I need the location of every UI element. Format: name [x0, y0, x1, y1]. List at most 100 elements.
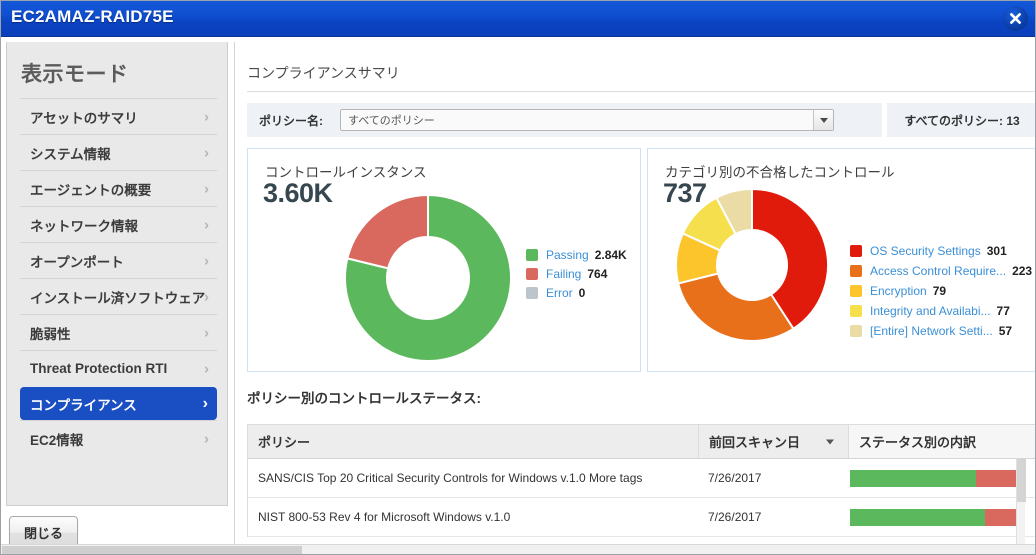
legend-item[interactable]: Integrity and Availabi... 77: [850, 301, 1032, 321]
window-title: EC2AMAZ-RAID75E: [11, 7, 174, 26]
legend-label: [Entire] Network Setti...: [870, 324, 993, 338]
legend-label: Encryption: [870, 284, 927, 298]
sidebar-item-0[interactable]: アセットのサマリ ›: [20, 98, 217, 134]
chevron-right-icon: ›: [204, 324, 209, 341]
policy-status-table: ポリシー 前回スキャン日 ステータス別の内訳 SANS/CIS Top 20 Cri…: [247, 424, 1035, 537]
status-bar-passing[interactable]: [850, 469, 976, 487]
sidebar-item-label: システム情報: [30, 146, 111, 162]
policy-select-value: すべてのポリシー: [348, 115, 435, 127]
scrollbar-thumb[interactable]: [2, 546, 302, 554]
policy-name-cell: NIST 800-53 Rev 4 for Microsoft Windows …: [258, 510, 511, 524]
donut-svg: [675, 187, 829, 342]
sidebar: 表示モード アセットのサマリ › システム情報 › エージェントの概要 › ネットワーク情報…: [6, 42, 228, 506]
donut-slice[interactable]: [346, 193, 429, 270]
sidebar-item-8[interactable]: コンプライアンス ›: [20, 387, 217, 420]
sidebar-item-label: コンプライアンス: [30, 398, 137, 413]
legend-label: Passing: [546, 247, 589, 262]
legend-item[interactable]: Passing 2.84K: [526, 245, 627, 264]
legend-value: 2.84K: [594, 247, 627, 262]
sidebar-item-9[interactable]: EC2情報 ›: [20, 420, 217, 456]
chevron-right-icon: ›: [204, 288, 209, 305]
legend-value: 764: [587, 266, 608, 281]
table-header-label: ポリシー: [258, 435, 311, 450]
chevron-right-icon: ›: [204, 180, 209, 197]
page-title: コンプライアンスサマリ: [247, 65, 400, 81]
legend-swatch-icon: [526, 248, 538, 261]
horizontal-scrollbar[interactable]: [1, 544, 1035, 554]
table-header-label: ステータス別の内訳: [859, 435, 977, 450]
legend-item[interactable]: Encryption 79: [850, 281, 1032, 301]
table-header-label: 前回スキャン日: [709, 435, 801, 450]
chevron-right-icon: ›: [202, 395, 208, 412]
policy-count-badge: すべてのポリシー: 13: [887, 103, 1035, 137]
legend-swatch-icon: [850, 325, 862, 337]
table-header-cell-2[interactable]: ステータス別の内訳: [848, 425, 1035, 458]
sidebar-item-label: インストール済ソフトウェア: [30, 290, 206, 306]
chevron-right-icon: ›: [204, 430, 209, 447]
sidebar-item-label: オープンポート: [30, 254, 124, 270]
title-divider: [247, 91, 1035, 92]
legend-value: 223: [1012, 264, 1033, 278]
table-header-cell-1[interactable]: 前回スキャン日: [698, 425, 848, 458]
table-caption: ポリシー別のコントロールステータス:: [247, 391, 481, 406]
legend-swatch-icon: [526, 267, 538, 280]
control-instances-legend: Passing 2.84K Failing 764 Error 0: [526, 245, 627, 302]
legend-value: 57: [998, 324, 1013, 338]
legend-label: Integrity and Availabi...: [870, 304, 991, 318]
legend-value: 77: [996, 304, 1010, 318]
chevron-down-icon[interactable]: [813, 110, 833, 130]
sidebar-item-3[interactable]: ネットワーク情報 ›: [20, 206, 217, 242]
sidebar-item-7[interactable]: Threat Protection RTI ›: [20, 350, 217, 386]
chevron-right-icon: ›: [204, 144, 209, 161]
status-bar: [850, 508, 1025, 526]
legend-swatch-icon: [850, 245, 862, 257]
legend-item[interactable]: Error 0: [526, 283, 627, 302]
failed-controls-donut-chart: [675, 187, 829, 342]
sort-descending-icon[interactable]: [826, 439, 834, 444]
sidebar-item-label: EC2情報: [30, 432, 84, 448]
policy-name-cell: SANS/CIS Top 20 Critical Security Contro…: [258, 471, 643, 485]
legend-label: Error: [546, 285, 573, 300]
sidebar-item-1[interactable]: システム情報 ›: [20, 134, 217, 170]
sidebar-item-label: 脆弱性: [30, 326, 71, 342]
close-x-glyph: [1010, 13, 1021, 24]
scrollbar-thumb[interactable]: [1017, 458, 1026, 502]
chevron-right-icon: ›: [204, 216, 209, 233]
table-vertical-scrollbar[interactable]: [1016, 458, 1026, 554]
status-bar-passing[interactable]: [850, 508, 985, 526]
legend-label: Failing: [546, 266, 582, 281]
sidebar-nav: アセットのサマリ › システム情報 › エージェントの概要 › ネットワーク情報 › オープンポ…: [20, 98, 217, 456]
legend-swatch-icon: [526, 286, 538, 299]
sidebar-item-4[interactable]: オープンポート ›: [20, 242, 217, 278]
sidebar-item-label: Threat Protection RTI: [30, 361, 168, 376]
sidebar-item-label: ネットワーク情報: [30, 218, 138, 234]
status-bar: [850, 469, 1025, 487]
status-breakdown-cell: [848, 508, 1035, 526]
window-titlebar: EC2AMAZ-RAID75E: [1, 1, 1035, 37]
legend-item[interactable]: OS Security Settings 301: [850, 241, 1032, 261]
sidebar-title: 表示モード: [21, 63, 129, 86]
legend-swatch-icon: [850, 265, 862, 277]
close-icon[interactable]: [1003, 6, 1028, 31]
legend-label: Access Control Require...: [870, 264, 1007, 278]
chevron-right-icon: ›: [204, 360, 209, 377]
table-row[interactable]: SANS/CIS Top 20 Critical Security Contro…: [248, 459, 1035, 498]
donut-slice[interactable]: [677, 272, 795, 342]
legend-item[interactable]: Access Control Require... 223: [850, 261, 1032, 281]
policy-select[interactable]: すべてのポリシー: [340, 109, 834, 131]
sidebar-item-6[interactable]: 脆弱性 ›: [20, 314, 217, 350]
sidebar-item-5[interactable]: インストール済ソフトウェア ›: [20, 278, 217, 314]
legend-label: OS Security Settings: [870, 244, 981, 258]
sidebar-item-2[interactable]: エージェントの概要 ›: [20, 170, 217, 206]
legend-swatch-icon: [850, 305, 862, 317]
failed-controls-card: カテゴリ別の不合格したコントロール 737 OS Security Settin…: [647, 148, 1035, 372]
main-content: コンプライアンスサマリ ポリシー名: すべてのポリシー すべてのポリシー: 13…: [234, 42, 1035, 554]
card-total-value: 3.60K: [263, 178, 333, 208]
table-row[interactable]: NIST 800-53 Rev 4 for Microsoft Windows …: [248, 498, 1035, 537]
legend-item[interactable]: Failing 764: [526, 264, 627, 283]
legend-item[interactable]: [Entire] Network Setti... 57: [850, 321, 1032, 341]
failed-controls-legend: OS Security Settings 301 Access Control Re…: [850, 241, 1032, 341]
chevron-right-icon: ›: [204, 252, 209, 269]
table-header-cell-0[interactable]: ポリシー: [248, 425, 698, 458]
sidebar-item-label: アセットのサマリ: [30, 110, 138, 126]
